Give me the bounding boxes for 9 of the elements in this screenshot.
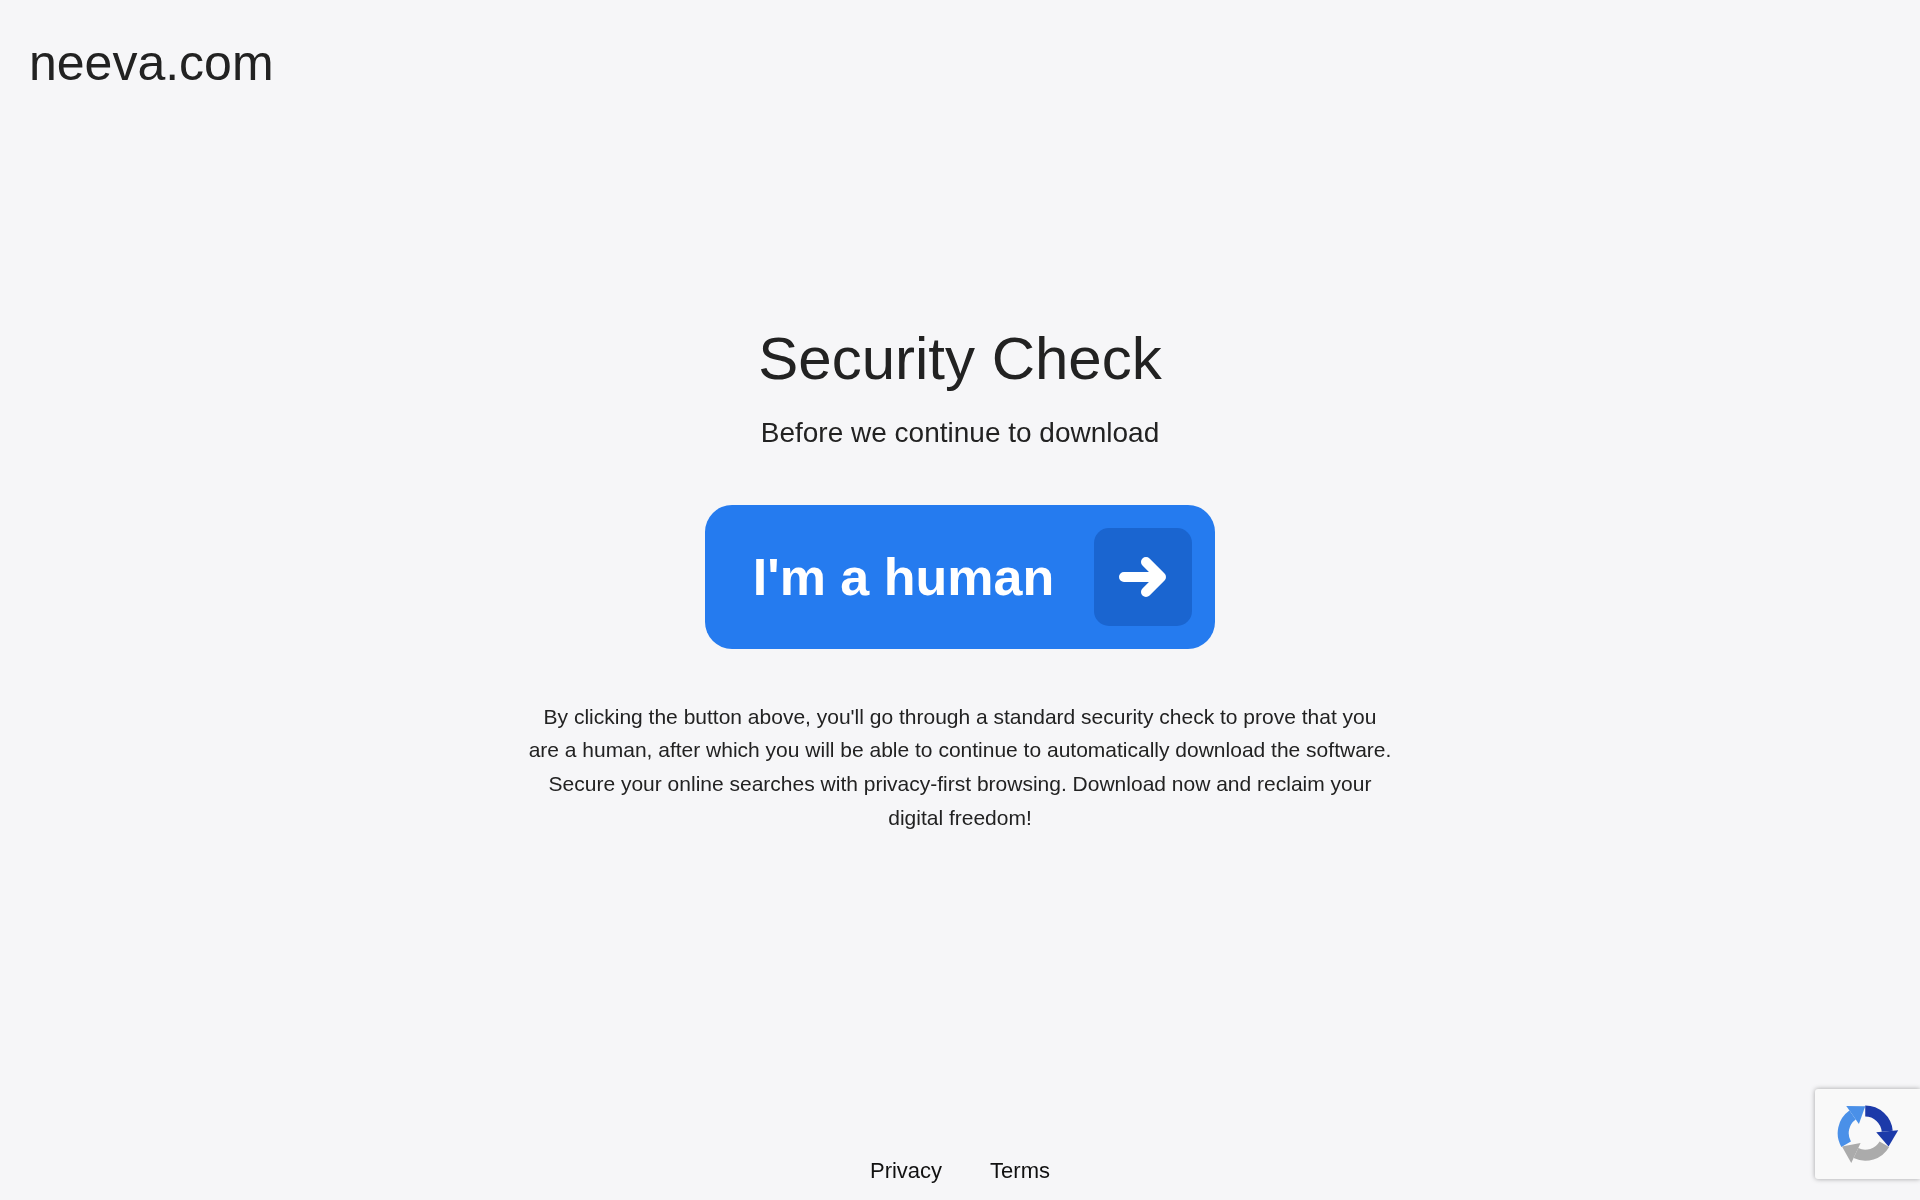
description-text: By clicking the button above, you'll go through a standard security check to prove that you are a human, after which you will be able to continue to automatically download the software. Secure your online searches with privacy-first browsing. Download now and reclaim your digital freedom!	[527, 703, 1393, 831]
page-subtitle: Before we continue to download	[760, 416, 1160, 450]
footer-link[interactable]: Terms	[990, 1157, 1050, 1184]
arrow-right-icon	[1094, 527, 1193, 626]
human-check-button[interactable]: I'm a human	[704, 504, 1216, 649]
site-name: neeva.com	[29, 34, 274, 93]
page-title: Security Check	[758, 324, 1162, 394]
circular-arrows-icon	[1837, 1104, 1899, 1164]
footer-link[interactable]: Privacy	[870, 1157, 943, 1184]
